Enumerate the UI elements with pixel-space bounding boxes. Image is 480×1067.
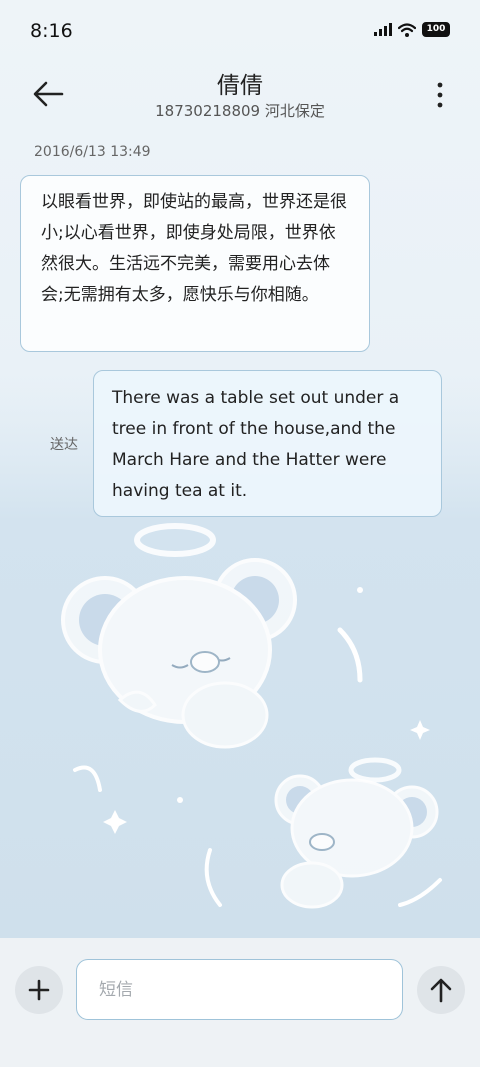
signal-icon bbox=[374, 23, 392, 36]
arrow-up-icon bbox=[430, 978, 452, 1003]
more-vertical-icon bbox=[437, 82, 443, 108]
conversation-header: 倩倩 18730218809 河北保定 bbox=[0, 62, 480, 132]
message-text: 以眼看世界，即使站的最高，世界还是很小;以心看世界，即使身处局限，世界依然很大。… bbox=[41, 192, 347, 305]
status-bar: 8:16 100 bbox=[0, 0, 480, 68]
send-button[interactable] bbox=[417, 966, 465, 1014]
add-attachment-button[interactable] bbox=[15, 966, 63, 1014]
contact-name: 倩倩 bbox=[217, 73, 263, 99]
message-input[interactable] bbox=[76, 959, 403, 1020]
plus-icon bbox=[28, 979, 50, 1001]
wifi-icon bbox=[398, 22, 416, 37]
battery-level: 100 bbox=[426, 24, 446, 34]
contact-subtitle: 18730218809 河北保定 bbox=[155, 102, 325, 120]
clock: 8:16 bbox=[30, 20, 73, 42]
incoming-message-bubble[interactable]: 以眼看世界，即使站的最高，世界还是很小;以心看世界，即使身处局限，世界依然很大。… bbox=[20, 175, 370, 352]
delivery-status: 送达 bbox=[50, 437, 78, 453]
compose-bar bbox=[0, 938, 480, 1067]
status-icons: 100 bbox=[374, 22, 450, 37]
battery-icon: 100 bbox=[422, 22, 450, 37]
more-options-button[interactable] bbox=[430, 80, 450, 110]
message-timestamp: 2016/6/13 13:49 bbox=[34, 144, 151, 160]
message-text: There was a table set out under a tree i… bbox=[112, 388, 400, 501]
outgoing-message-bubble[interactable]: There was a table set out under a tree i… bbox=[93, 370, 442, 517]
